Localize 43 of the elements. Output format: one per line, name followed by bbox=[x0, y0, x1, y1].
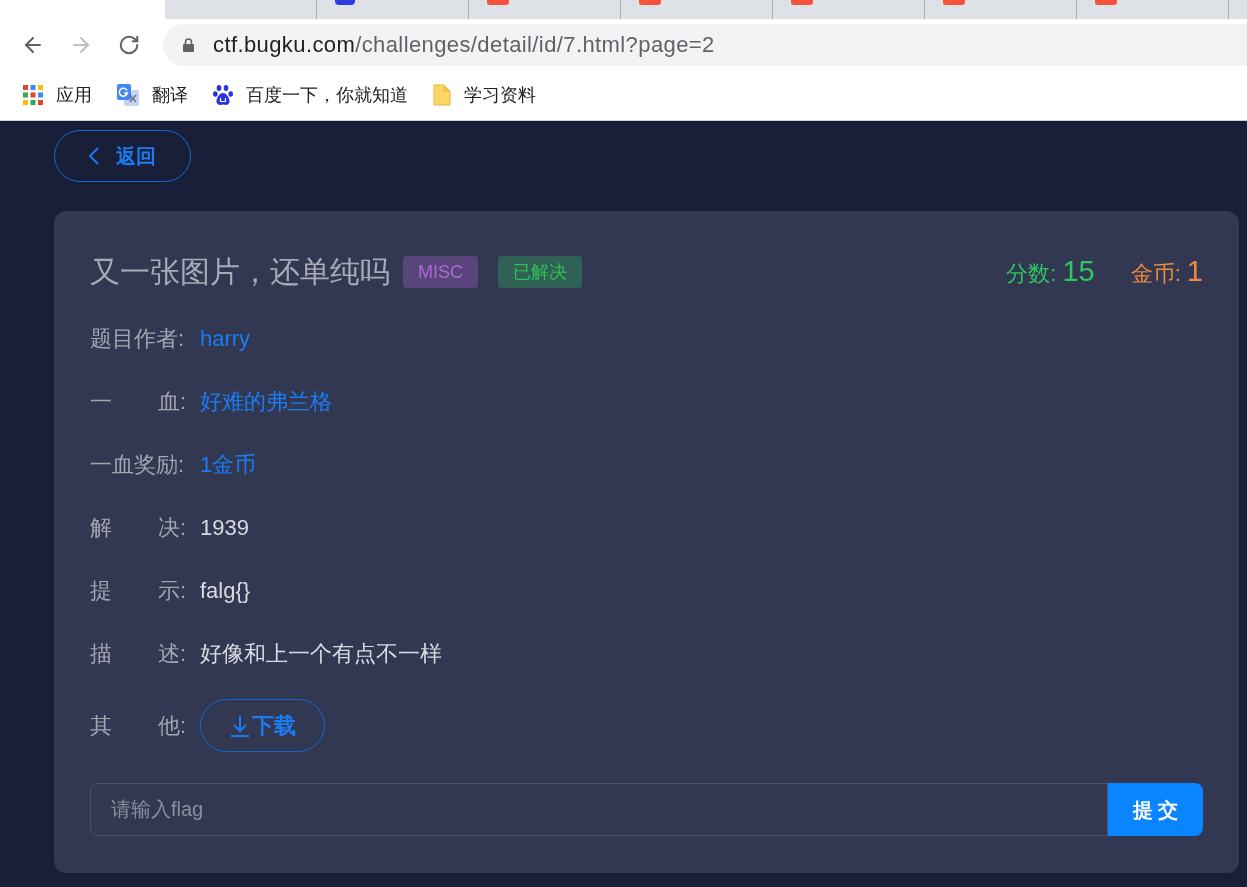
bookmark-item[interactable]: 应用 bbox=[23, 81, 92, 109]
field-label: 解 决: bbox=[90, 513, 186, 542]
challenge-title: 又一张图片，还单纯吗 bbox=[90, 256, 390, 288]
reload-icon bbox=[118, 33, 140, 56]
tag-badge: MISC bbox=[403, 256, 478, 288]
bookmark-item[interactable]: 翻译 bbox=[117, 81, 188, 109]
lock-icon bbox=[183, 37, 194, 52]
address-bar[interactable]: ctf.bugku.com/challenges/detail/id/7.html?page=2 bbox=[163, 23, 1247, 66]
grid-icon bbox=[23, 85, 43, 105]
field-link[interactable]: 1金币 bbox=[200, 449, 257, 480]
favicon-icon bbox=[639, 0, 661, 5]
translate-icon bbox=[117, 84, 139, 106]
stat-label: 金币: bbox=[1130, 260, 1181, 289]
favicon-icon bbox=[335, 0, 355, 5]
field-label: 其 他: bbox=[90, 711, 186, 740]
favicon-icon bbox=[943, 0, 965, 5]
field-label: 描 述: bbox=[90, 639, 186, 668]
tag-badge: 已解决 bbox=[498, 256, 582, 288]
field-value: falg{} bbox=[200, 576, 251, 605]
field-value: 1939 bbox=[200, 513, 249, 542]
favicon-icon bbox=[791, 0, 813, 5]
favicon-icon bbox=[487, 0, 509, 5]
field-label: 提 示: bbox=[90, 576, 186, 605]
submit-button[interactable]: 提 交 bbox=[1108, 783, 1203, 836]
stat-value: 15 bbox=[1062, 254, 1095, 290]
field-value: 好像和上一个有点不一样 bbox=[200, 639, 442, 668]
folder-icon bbox=[433, 84, 451, 106]
field-label: 一血奖励: bbox=[90, 450, 186, 479]
stat-value: 1 bbox=[1186, 254, 1203, 290]
field-label: 一 血: bbox=[90, 387, 186, 416]
chevron-left-icon bbox=[89, 147, 99, 165]
field-label: 题目作者: bbox=[90, 324, 186, 353]
bookmark-item[interactable]: 学习资料 bbox=[433, 81, 536, 109]
download-icon bbox=[229, 714, 250, 737]
flag-input[interactable]: 请输入flag bbox=[90, 783, 1108, 836]
favicon-icon bbox=[1095, 0, 1117, 5]
field-link[interactable]: harry bbox=[200, 323, 251, 354]
field-link[interactable]: 好难的弗兰格 bbox=[200, 386, 332, 417]
back-button[interactable]: 返回 bbox=[54, 130, 191, 182]
bookmark-item[interactable]: 百度一下，你就知道 bbox=[213, 81, 408, 109]
stat-label: 分数: bbox=[1006, 260, 1057, 289]
url-text: ctf.bugku.com/challenges/detail/id/7.html?page=2 bbox=[213, 31, 715, 59]
paw-icon bbox=[213, 84, 233, 106]
